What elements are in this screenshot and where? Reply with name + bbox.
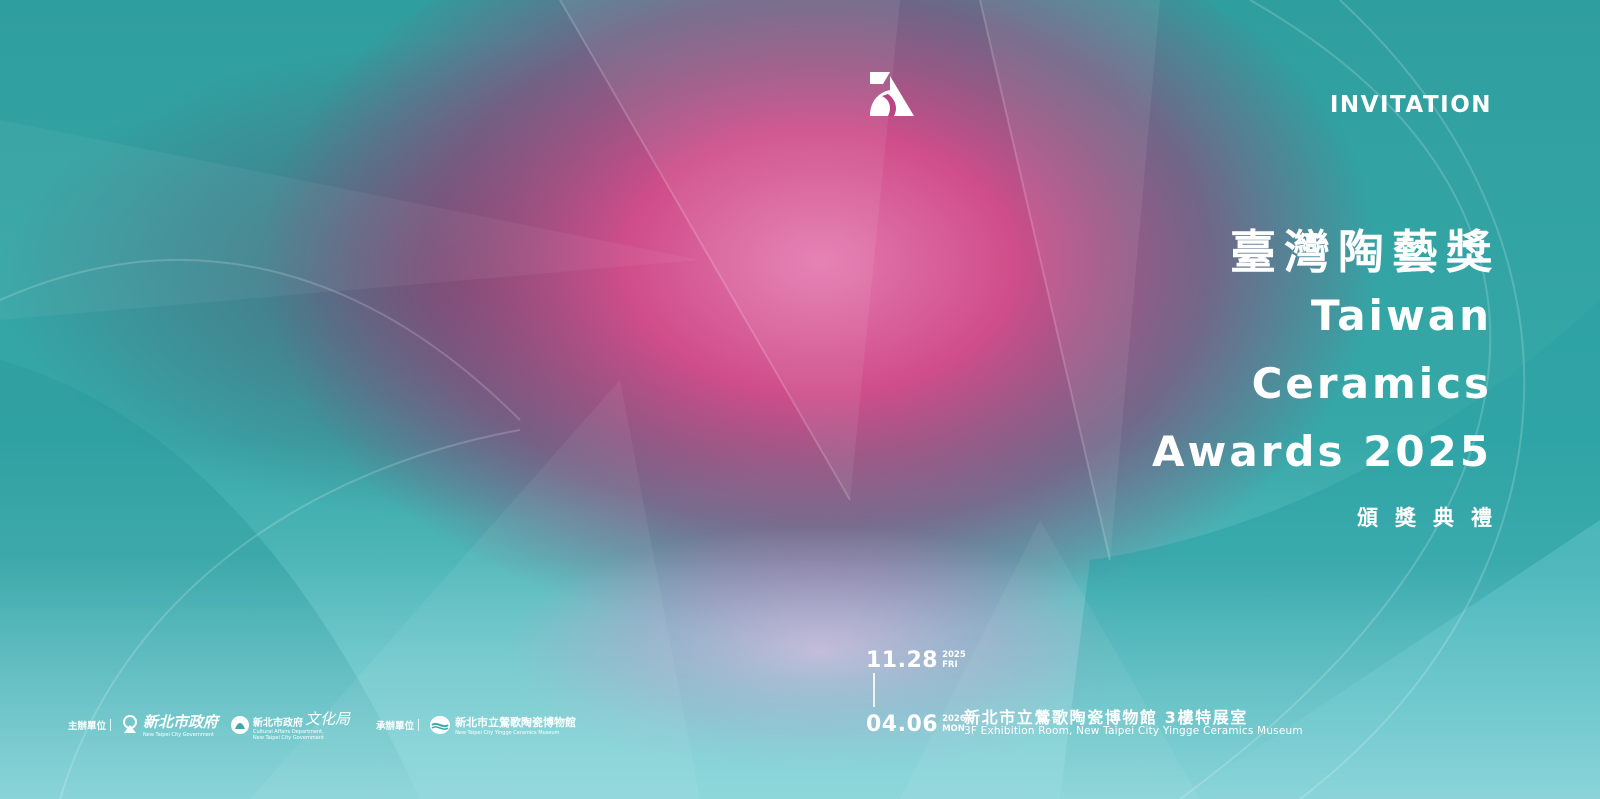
co-organizer-emblem-icon — [430, 715, 451, 734]
co-organizer-label-separator — [418, 718, 420, 731]
host-1-emblem-icon — [123, 714, 138, 733]
co-organizer-name: 新北市立鶯歌陶瓷博物館 — [455, 715, 577, 729]
organizers-row: 主辦單位 新北市政府 New Taipei City Government 新北… — [68, 708, 576, 741]
host-1-name-en: New Taipei City Government — [143, 732, 214, 738]
venue-en: 3F Exhibition Room, New Taipei City Ying… — [964, 725, 1303, 737]
host-1-logo: 新北市政府 New Taipei City Government — [121, 711, 218, 738]
invitation-label: INVITATION — [1329, 92, 1492, 118]
date-end-meta: 2026 MON — [942, 714, 966, 734]
date-end: 04.06 2026 MON — [866, 712, 966, 737]
host-label: 主辦單位 — [68, 720, 107, 732]
host-1-name: 新北市政府 — [143, 713, 219, 731]
award-title-en-line-1: Taiwan — [1310, 291, 1492, 340]
co-organizer-name-en: New Taipei City Yingge Ceramics Museum — [455, 729, 560, 736]
co-organizer-logo: 新北市立鶯歌陶瓷博物館 New Taipei City Yingge Ceram… — [429, 714, 576, 736]
date-start-year: 2025 — [942, 650, 966, 660]
award-title-en-line-2: Ceramics — [1251, 359, 1492, 408]
co-organizer-label: 承辦單位 — [376, 720, 415, 732]
date-range-divider — [873, 673, 875, 707]
host-2-logo: 新北市政府 文化局 Cultural Affairs Department, N… — [230, 708, 350, 741]
host-2-name: 新北市政府 — [253, 718, 304, 729]
invitation-poster: INVITATION 臺灣陶藝獎 Taiwan Ceramics Awards … — [0, 0, 1600, 799]
date-start: 11.28 2025 FRI — [866, 648, 966, 673]
award-title-zh: 臺灣陶藝獎 — [1230, 225, 1500, 279]
date-start-meta: 2025 FRI — [942, 650, 966, 670]
award-title-block: 臺灣陶藝獎 Taiwan Ceramics Awards 2025 — [1152, 222, 1492, 486]
award-title-en-line-3: Awards 2025 — [1152, 427, 1492, 476]
date-end-day: 04.06 — [866, 712, 939, 737]
date-end-weekday: MON — [942, 724, 965, 734]
brand-logo-icon — [870, 72, 914, 116]
host-2-emblem-icon — [231, 715, 250, 734]
date-start-day: 11.28 — [866, 648, 939, 673]
date-start-weekday: FRI — [942, 660, 958, 670]
ceremony-subtitle: 頒獎典禮 — [1357, 506, 1509, 530]
host-label-separator — [110, 718, 112, 731]
host-2-script: 文化局 — [305, 710, 351, 728]
date-end-year: 2026 — [942, 714, 966, 724]
host-2-name-en-2: New Taipei City Government — [253, 735, 325, 741]
